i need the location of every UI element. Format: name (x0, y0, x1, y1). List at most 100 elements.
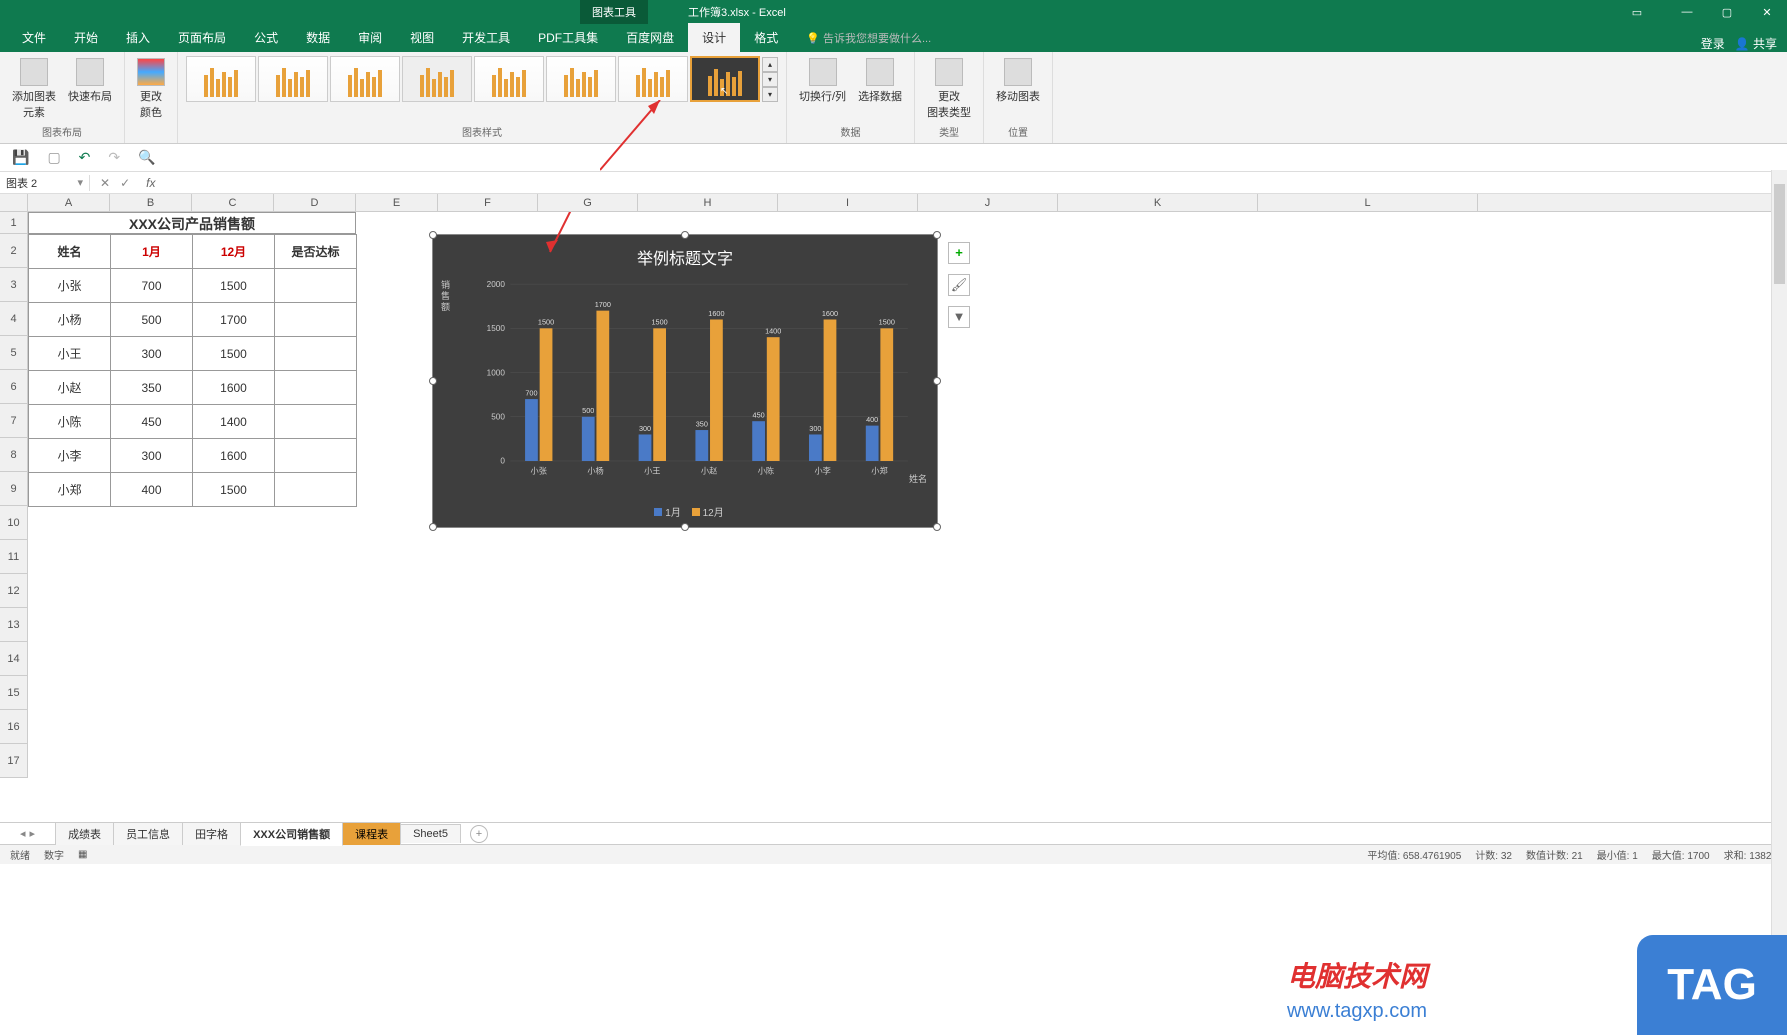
col-header-L[interactable]: L (1258, 194, 1478, 211)
table-cell[interactable] (275, 405, 357, 439)
change-colors-button[interactable]: 更改 颜色 (133, 56, 169, 122)
maximize-button[interactable]: ▢ (1707, 2, 1747, 23)
tab-file[interactable]: 文件 (8, 23, 60, 52)
table-cell[interactable]: 1400 (193, 405, 275, 439)
row-header-6[interactable]: 6 (0, 370, 28, 404)
redo-icon[interactable]: ↷ (108, 149, 120, 166)
sheet-grid[interactable]: 1 2 3 4 5 6 7 8 9 10 11 12 13 14 15 16 1… (0, 212, 1787, 822)
row-header-16[interactable]: 16 (0, 710, 28, 744)
col-header-J[interactable]: J (918, 194, 1058, 211)
col-header-B[interactable]: B (110, 194, 192, 211)
col-header-E[interactable]: E (356, 194, 438, 211)
sheet-tab-4[interactable]: XXX公司销售额 (240, 822, 343, 846)
sheet-tab-5[interactable]: 课程表 (342, 822, 401, 845)
add-chart-element-button[interactable]: 添加图表 元素 (8, 56, 60, 122)
chart-style-5[interactable] (474, 56, 544, 102)
row-header-4[interactable]: 4 (0, 302, 28, 336)
tab-home[interactable]: 开始 (60, 23, 112, 52)
chart-style-6[interactable] (546, 56, 616, 102)
row-header-12[interactable]: 12 (0, 574, 28, 608)
col-header-K[interactable]: K (1058, 194, 1258, 211)
chart-style-7[interactable] (618, 56, 688, 102)
tab-view[interactable]: 视图 (396, 23, 448, 52)
table-cell[interactable] (275, 473, 357, 507)
select-all-corner[interactable] (0, 194, 28, 211)
row-header-17[interactable]: 17 (0, 744, 28, 778)
table-cell[interactable]: 小王 (29, 337, 111, 371)
table-cell[interactable]: 1600 (193, 439, 275, 473)
select-data-button[interactable]: 选择数据 (854, 56, 906, 106)
tab-developer[interactable]: 开发工具 (448, 23, 524, 52)
col-header-F[interactable]: F (438, 194, 538, 211)
row-header-5[interactable]: 5 (0, 336, 28, 370)
col-header-D[interactable]: D (274, 194, 356, 211)
chart-legend[interactable]: 1月 12月 (433, 504, 937, 519)
change-chart-type-button[interactable]: 更改 图表类型 (923, 56, 975, 122)
tab-baidu[interactable]: 百度网盘 (612, 23, 688, 52)
col-header-G[interactable]: G (538, 194, 638, 211)
row-header-11[interactable]: 11 (0, 540, 28, 574)
tab-pdf-tools[interactable]: PDF工具集 (524, 23, 612, 52)
sheet-tab-6[interactable]: Sheet5 (400, 824, 461, 843)
chart-styles-button[interactable]: 🖌 (948, 274, 970, 296)
enter-formula-icon[interactable]: ✓ (120, 176, 130, 190)
print-preview-icon[interactable]: 🔍 (138, 149, 155, 166)
table-cell[interactable]: 1600 (193, 371, 275, 405)
col-header-I[interactable]: I (778, 194, 918, 211)
sheet-tab-2[interactable]: 员工信息 (113, 822, 183, 845)
share-button[interactable]: 👤 共享 (1735, 35, 1777, 52)
tab-review[interactable]: 审阅 (344, 23, 396, 52)
table-cell[interactable]: 小郑 (29, 473, 111, 507)
add-sheet-button[interactable]: + (470, 825, 488, 843)
row-header-9[interactable]: 9 (0, 472, 28, 506)
table-cell[interactable]: 小张 (29, 269, 111, 303)
sheet-tab-1[interactable]: 成绩表 (55, 822, 114, 845)
table-cell[interactable] (275, 439, 357, 473)
tab-insert[interactable]: 插入 (112, 23, 164, 52)
chart-title[interactable]: 举例标题文字 (433, 235, 937, 269)
row-header-7[interactable]: 7 (0, 404, 28, 438)
chart-style-1[interactable] (186, 56, 256, 102)
tell-me-input[interactable]: 💡 告诉我您想要做什么... (792, 24, 945, 52)
row-header-15[interactable]: 15 (0, 676, 28, 710)
chart-styles-scroll[interactable]: ▴▾▾ (762, 57, 778, 102)
table-cell[interactable]: 1500 (193, 269, 275, 303)
col-header-C[interactable]: C (192, 194, 274, 211)
cancel-formula-icon[interactable]: ✕ (100, 176, 110, 190)
sheet-nav-first[interactable]: ◂ (20, 827, 26, 840)
row-header-10[interactable]: 10 (0, 506, 28, 540)
quick-layout-button[interactable]: 快速布局 (64, 56, 116, 122)
switch-row-col-button[interactable]: 切换行/列 (795, 56, 850, 106)
chart-filter-button[interactable]: ▼ (948, 306, 970, 328)
chart-elements-button[interactable]: + (948, 242, 970, 264)
login-link[interactable]: 登录 (1701, 35, 1725, 52)
chart-plot-area[interactable]: 05001000150020007001500小张5001700小杨300150… (483, 275, 917, 479)
name-box[interactable]: 图表 2▾ (0, 175, 90, 191)
tab-design[interactable]: 设计 (688, 23, 740, 52)
tab-format[interactable]: 格式 (740, 23, 792, 52)
ribbon-display-icon[interactable]: ▭ (1617, 2, 1657, 23)
sheet-nav-last[interactable]: ▸ (30, 827, 36, 840)
table-cell[interactable]: 1500 (193, 337, 275, 371)
table-cell[interactable]: 1500 (193, 473, 275, 507)
row-header-1[interactable]: 1 (0, 212, 28, 234)
row-header-13[interactable]: 13 (0, 608, 28, 642)
new-icon[interactable]: ▢ (47, 149, 60, 166)
row-header-8[interactable]: 8 (0, 438, 28, 472)
minimize-button[interactable]: — (1667, 2, 1707, 23)
table-cell[interactable] (275, 269, 357, 303)
tab-data[interactable]: 数据 (292, 23, 344, 52)
undo-icon[interactable]: ↶ (79, 149, 91, 166)
chart-style-2[interactable] (258, 56, 328, 102)
table-cell[interactable]: 450 (111, 405, 193, 439)
chart-style-3[interactable] (330, 56, 400, 102)
chart-object[interactable]: 举例标题文字 销售额 05001000150020007001500小张5001… (432, 234, 938, 528)
table-cell[interactable]: 小杨 (29, 303, 111, 337)
close-button[interactable]: ✕ (1747, 2, 1787, 23)
table-cell[interactable]: 500 (111, 303, 193, 337)
table-cell[interactable]: 300 (111, 439, 193, 473)
table-cell[interactable] (275, 303, 357, 337)
table-cell[interactable]: 700 (111, 269, 193, 303)
tab-formulas[interactable]: 公式 (240, 23, 292, 52)
table-cell[interactable] (275, 371, 357, 405)
